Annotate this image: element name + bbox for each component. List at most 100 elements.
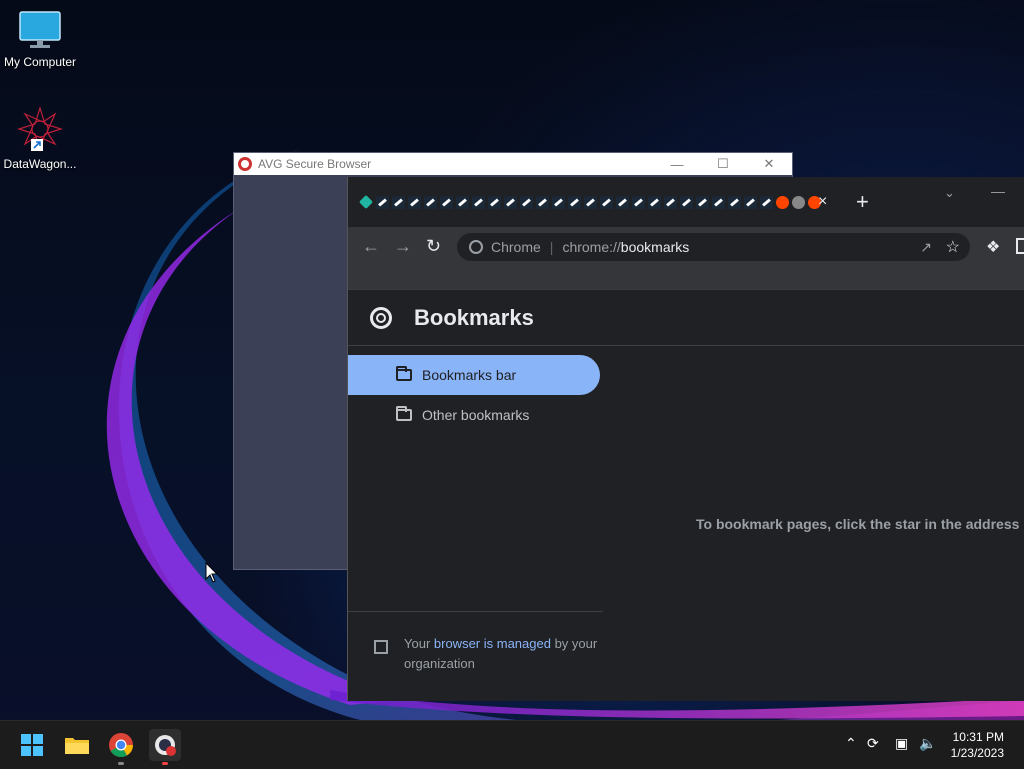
extensions-puzzle-icon[interactable]: ❖ <box>986 237 1000 257</box>
github-favicon-icon <box>791 195 805 209</box>
steam-favicon-icon <box>647 195 661 209</box>
chrome-icon <box>109 733 133 758</box>
url-prefix: chrome:// <box>562 239 621 255</box>
folder-other-bookmarks[interactable]: Other bookmarks <box>348 395 600 435</box>
browser-tab[interactable] <box>726 194 742 210</box>
sync-icon[interactable]: ⟳ <box>867 735 879 752</box>
network-icon[interactable]: ▣ <box>895 735 908 752</box>
clock[interactable]: 10:31 PM 1/23/2023 <box>951 729 1004 761</box>
window-minimize-button[interactable]: — <box>991 183 1005 199</box>
avg-window-title: AVG Secure Browser <box>258 157 372 171</box>
steam-favicon-icon <box>615 195 629 209</box>
maximize-button[interactable]: ☐ <box>700 153 746 175</box>
folder-bookmarks-bar[interactable]: Bookmarks bar <box>348 355 600 395</box>
page-title: Bookmarks <box>414 304 534 330</box>
browser-tab[interactable] <box>614 194 630 210</box>
steam-favicon-icon <box>599 195 613 209</box>
tab-search-chevron-icon[interactable]: ⌄ <box>944 185 955 201</box>
steam-favicon-icon <box>583 195 597 209</box>
start-button[interactable] <box>16 729 48 761</box>
avg-titlebar[interactable]: AVG Secure Browser — ☐ ✕ <box>234 153 792 175</box>
steam-favicon-icon <box>695 195 709 209</box>
desktop-icon-my-computer[interactable]: My Computer <box>0 10 80 69</box>
browser-tab[interactable] <box>358 194 374 210</box>
managed-link[interactable]: browser is managed <box>434 636 551 651</box>
steam-favicon-icon <box>519 195 533 209</box>
browser-tab[interactable] <box>710 194 726 210</box>
forward-arrow-icon[interactable]: → <box>394 236 412 257</box>
folder-icon <box>396 366 412 381</box>
browser-tab[interactable] <box>774 194 790 210</box>
desktop-icon-datawagon[interactable]: DataWagon... <box>0 105 80 171</box>
browser-tab[interactable] <box>486 194 502 210</box>
tab-list <box>358 194 822 210</box>
close-button[interactable]: ✕ <box>746 153 792 175</box>
side-panel-icon[interactable] <box>1016 238 1024 254</box>
show-hidden-icons-chevron-icon[interactable]: ⌃ <box>845 735 857 752</box>
file-explorer-button[interactable] <box>61 729 93 761</box>
browser-tab[interactable] <box>470 194 486 210</box>
taskbar: ⌃ ⟳ ▣ 🔈 10:31 PM 1/23/2023 <box>0 720 1024 769</box>
browser-tab[interactable] <box>438 194 454 210</box>
browser-tab[interactable] <box>598 194 614 210</box>
folder-icon <box>65 738 89 754</box>
chrome-window[interactable]: × + ⌄ — ← → ↻ Chrome | chrome:// bookmar… <box>347 177 1024 701</box>
reload-icon[interactable]: ↻ <box>426 236 441 257</box>
desktop-icon-label: My Computer <box>3 55 77 69</box>
browser-tab[interactable] <box>502 194 518 210</box>
steam-favicon-icon <box>631 195 645 209</box>
steam-favicon-icon <box>439 195 453 209</box>
browser-tab[interactable] <box>790 194 806 210</box>
chrome-site-icon <box>469 240 483 254</box>
monitor-icon <box>19 11 61 48</box>
mouse-cursor-icon <box>205 562 219 583</box>
steam-favicon-icon <box>407 195 421 209</box>
browser-tab[interactable] <box>630 194 646 210</box>
bookmark-star-icon[interactable]: ☆ <box>946 237 960 257</box>
browser-tab[interactable] <box>422 194 438 210</box>
browser-tab[interactable] <box>550 194 566 210</box>
browser-tab[interactable] <box>518 194 534 210</box>
address-separator: | <box>549 239 554 255</box>
running-indicator <box>162 762 168 765</box>
browser-tab[interactable] <box>662 194 678 210</box>
browser-tab[interactable] <box>566 194 582 210</box>
browser-tab[interactable] <box>582 194 598 210</box>
steam-favicon-icon <box>551 195 565 209</box>
address-bar[interactable]: Chrome | chrome:// bookmarks ↗ ☆ <box>457 233 970 261</box>
browser-tab[interactable] <box>374 194 390 210</box>
browser-toolbar: ← → ↻ Chrome | chrome:// bookmarks ↗ ☆ ❖ <box>348 227 1024 267</box>
new-tab-button[interactable]: + <box>856 189 869 215</box>
building-icon <box>374 640 388 654</box>
back-arrow-icon[interactable]: ← <box>362 236 380 257</box>
volume-icon[interactable]: 🔈 <box>919 735 936 752</box>
avg-taskbar-button[interactable] <box>149 729 181 765</box>
chrome-logo-icon <box>370 306 392 329</box>
tab-close-button[interactable]: × <box>818 193 827 211</box>
share-icon[interactable]: ↗ <box>920 239 932 256</box>
avg-browser-icon <box>155 735 176 756</box>
windows-logo-icon <box>21 734 43 756</box>
browser-tab[interactable] <box>390 194 406 210</box>
browser-tab[interactable] <box>646 194 662 210</box>
reddit-favicon-icon <box>775 195 789 209</box>
browser-tab[interactable] <box>534 194 550 210</box>
clock-date: 1/23/2023 <box>950 746 1004 760</box>
steam-favicon-icon <box>423 195 437 209</box>
chrome-taskbar-button[interactable] <box>105 729 137 765</box>
desktop-icon-label: DataWagon... <box>3 157 77 171</box>
browser-tab[interactable] <box>406 194 422 210</box>
site-label: Chrome <box>491 239 541 255</box>
browser-tab[interactable] <box>758 194 774 210</box>
steam-favicon-icon <box>535 195 549 209</box>
browser-tab[interactable] <box>694 194 710 210</box>
browser-tab[interactable] <box>454 194 470 210</box>
minimize-button[interactable]: — <box>654 153 700 175</box>
steam-favicon-icon <box>727 195 741 209</box>
folder-icon <box>396 406 412 421</box>
steam-favicon-icon <box>455 195 469 209</box>
browser-tab[interactable] <box>742 194 758 210</box>
browser-tab[interactable] <box>678 194 694 210</box>
folder-label: Bookmarks bar <box>422 367 517 383</box>
managed-notice: Your browser is managed by your organiza… <box>348 611 603 674</box>
